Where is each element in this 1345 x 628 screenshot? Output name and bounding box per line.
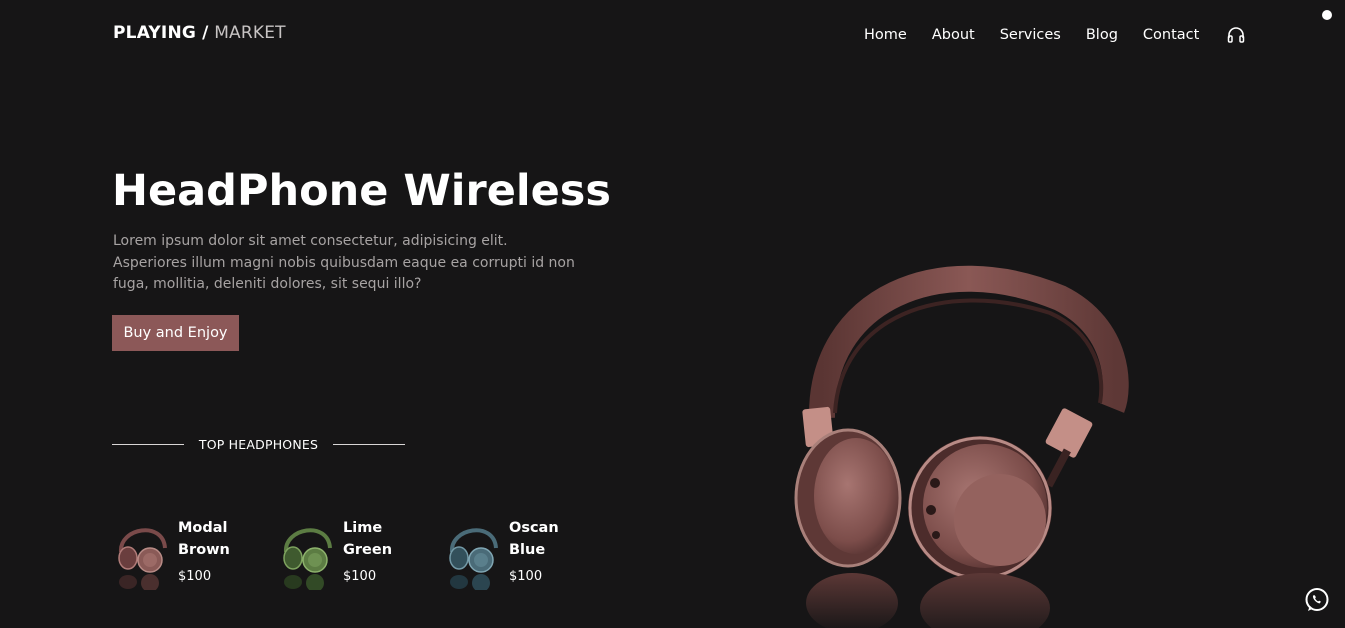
product-thumbnail <box>444 516 502 590</box>
main-nav: Home About Services Blog Contact <box>864 25 1246 45</box>
brand-logo[interactable]: PLAYING / MARKET <box>113 23 286 43</box>
product-card[interactable]: Oscan Blue $100 <box>444 515 594 590</box>
brand-name: PLAYING / <box>113 23 209 43</box>
status-dot <box>1322 10 1332 20</box>
buy-button[interactable]: Buy and Enjoy <box>112 315 239 351</box>
product-name: Modal Brown <box>178 520 230 558</box>
nav-services[interactable]: Services <box>1000 27 1061 43</box>
nav-home[interactable]: Home <box>864 27 907 43</box>
product-name: Lime Green <box>343 520 393 558</box>
divider-left <box>112 444 184 445</box>
top-headphones-heading: TOP HEADPHONES <box>112 437 405 452</box>
product-price: $100 <box>178 569 212 584</box>
whatsapp-icon[interactable] <box>1304 587 1330 613</box>
nav-about[interactable]: About <box>932 27 975 43</box>
section-label: TOP HEADPHONES <box>198 437 319 452</box>
nav-contact[interactable]: Contact <box>1143 27 1199 43</box>
product-price: $100 <box>509 569 543 584</box>
product-thumbnail <box>278 516 336 590</box>
product-name: Oscan Blue <box>509 520 559 558</box>
divider-right <box>333 444 405 445</box>
product-thumbnail <box>113 516 171 590</box>
landing-page: PLAYING / MARKET Home About Services Blo… <box>0 0 1345 628</box>
hero-title: HeadPhone Wireless <box>112 166 611 216</box>
headset-icon[interactable] <box>1226 25 1246 45</box>
hero-description: Lorem ipsum dolor sit amet consectetur, … <box>113 233 575 292</box>
product-card[interactable]: Modal Brown $100 <box>113 515 263 590</box>
product-price: $100 <box>343 569 377 584</box>
nav-blog[interactable]: Blog <box>1086 27 1118 43</box>
brand-subtitle: MARKET <box>214 23 286 43</box>
headphone-image <box>790 258 1135 628</box>
product-card[interactable]: Lime Green $100 <box>278 515 428 590</box>
